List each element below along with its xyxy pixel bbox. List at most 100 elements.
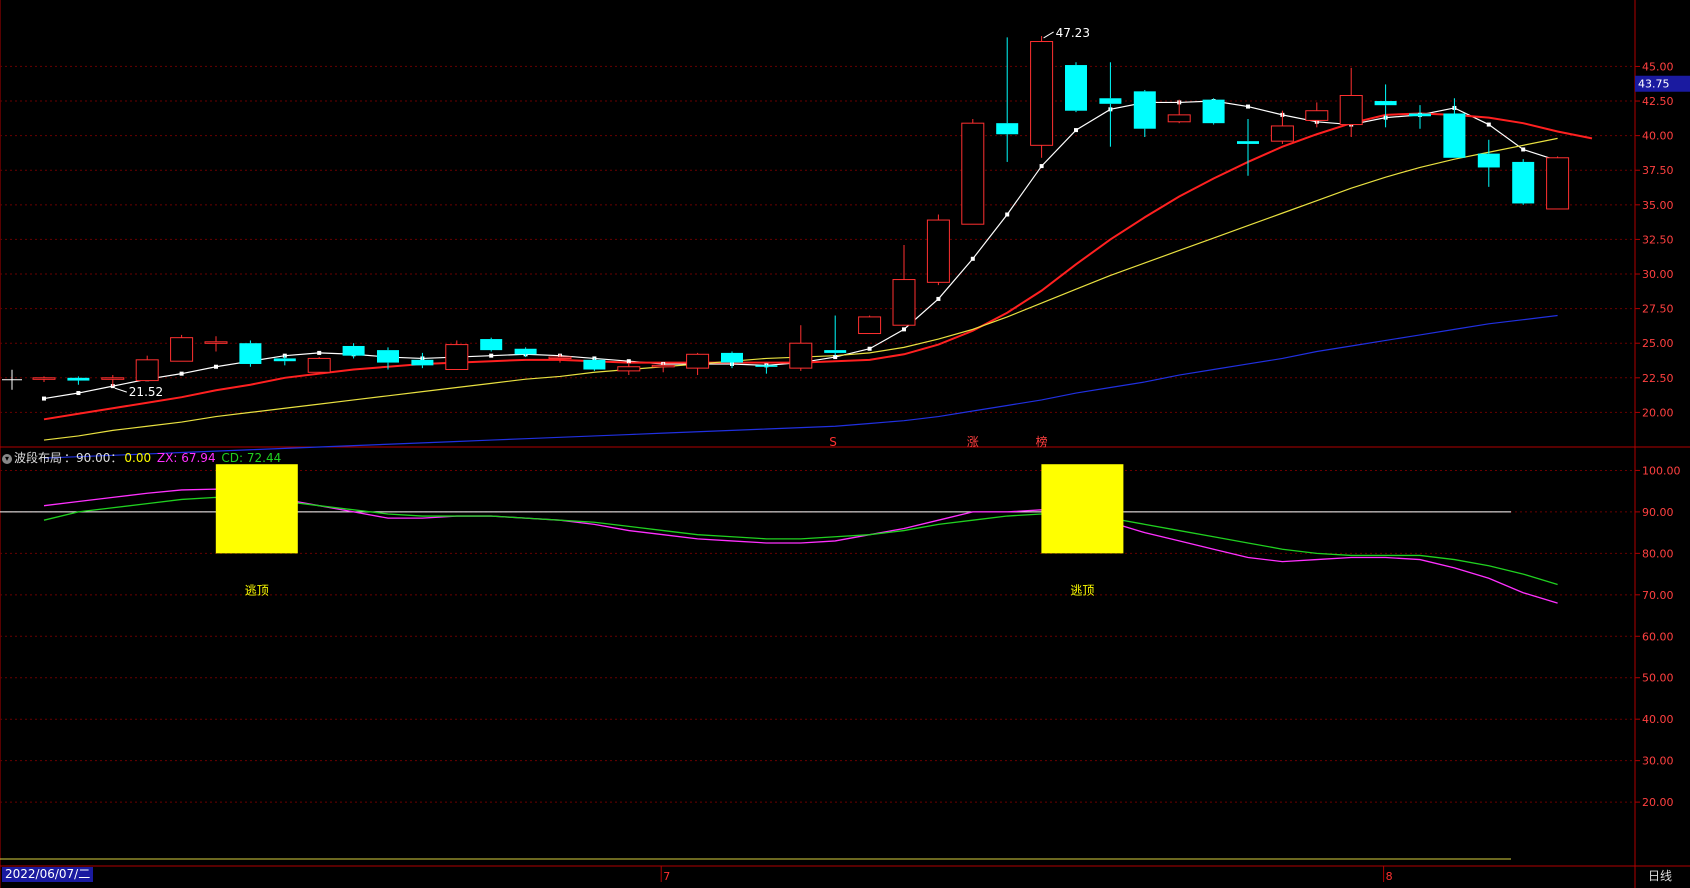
indicator-tick-label: 60.00 xyxy=(1642,630,1674,643)
price-tick-label: 22.50 xyxy=(1642,372,1674,385)
candle-body xyxy=(1099,98,1122,104)
candle-body xyxy=(1374,101,1397,106)
price-tick-label: 25.00 xyxy=(1642,337,1674,350)
collapse-icon[interactable]: ▾ xyxy=(2,453,12,464)
candle-body xyxy=(961,122,985,225)
candle-body xyxy=(170,337,194,362)
date-cursor-label: 2022/06/07/二 xyxy=(2,867,94,882)
signal-mark: 涨 xyxy=(967,434,979,449)
candle-body xyxy=(1305,110,1329,121)
ma-point xyxy=(936,296,941,301)
price-tick-label: 40.00 xyxy=(1642,130,1674,143)
ma-point xyxy=(1074,128,1078,133)
candle-body xyxy=(755,365,778,367)
indicator-tick-label: 30.00 xyxy=(1642,755,1674,768)
candle-body xyxy=(686,353,710,369)
chart-canvas: 47.23 21.52 S 涨 榜 逃顶 逃顶 45.00 42.50 40.00 37.50 3… xyxy=(0,0,1690,888)
candle-body xyxy=(548,356,572,360)
price-tick-label: 42.50 xyxy=(1642,95,1674,108)
zx-value: ZX: 67.94 xyxy=(156,451,216,465)
indicator-legend: ▾ 波段布局 ：90.00： 0.00 ZX: 67.94 CD: 72.44 xyxy=(2,449,283,466)
max-pointer xyxy=(1043,31,1054,39)
price-tick-label: 27.50 xyxy=(1642,303,1674,316)
month-label: 8 xyxy=(1386,870,1393,883)
candle-body xyxy=(1270,125,1294,142)
current-price-label: 43.75 xyxy=(1638,78,1670,91)
indicator-param: ：90.00： xyxy=(64,451,123,465)
candle-body xyxy=(101,377,125,380)
candle-body xyxy=(892,279,916,326)
signal-mark: 榜 xyxy=(1036,434,1048,449)
indicator-tick-label: 20.00 xyxy=(1642,796,1674,809)
escape-signal-label: 逃顶 xyxy=(1070,583,1094,597)
candle-body xyxy=(1202,99,1225,124)
indicator-tick-label: 70.00 xyxy=(1642,589,1674,602)
ma-line-2 xyxy=(43,112,1593,421)
ma-point xyxy=(179,371,184,376)
candle-body xyxy=(307,357,331,373)
candle-body xyxy=(1546,157,1570,210)
candle-body xyxy=(1133,91,1156,129)
ma-line-3 xyxy=(43,137,1558,441)
candle-body xyxy=(926,219,950,283)
escape-signal-label: 逃顶 xyxy=(245,583,269,597)
ma-point xyxy=(317,350,322,355)
ma-point xyxy=(1246,104,1250,109)
escape-signal-box xyxy=(215,464,298,554)
indicator-tick-label: 40.00 xyxy=(1642,713,1674,726)
price-tick-label: 35.00 xyxy=(1642,199,1674,212)
candle-body xyxy=(789,342,813,369)
indicator-name: 波段布局 xyxy=(14,451,63,465)
candle-body xyxy=(239,343,262,364)
price-panel[interactable]: 47.23 21.52 S 涨 榜 xyxy=(2,26,1593,459)
ma-point xyxy=(1039,164,1044,169)
candle-body xyxy=(1409,113,1431,117)
ma-point xyxy=(867,346,872,351)
price-tick-label: 37.50 xyxy=(1642,164,1674,177)
candle-body xyxy=(32,377,56,380)
signal-mark: S xyxy=(829,435,837,449)
price-tick-label: 45.00 xyxy=(1642,60,1674,73)
candle-body xyxy=(480,339,503,351)
ma-point xyxy=(42,396,46,401)
ma-point xyxy=(970,256,975,261)
candle-body xyxy=(721,352,743,363)
candle-body xyxy=(996,123,1019,135)
indicator-panel[interactable]: 逃顶 逃顶 xyxy=(0,464,1558,604)
price-tick-label: 20.00 xyxy=(1642,406,1674,419)
candle-body xyxy=(1237,141,1259,144)
ma-point xyxy=(902,327,906,332)
candle-body xyxy=(342,345,365,356)
ma-point xyxy=(214,364,218,369)
candle-body xyxy=(1339,94,1363,126)
candle-body xyxy=(858,316,882,335)
ma-point xyxy=(76,391,81,396)
candle-body xyxy=(1030,41,1054,146)
grid-layer xyxy=(0,0,1690,888)
ma-point xyxy=(1521,147,1526,152)
candle-body xyxy=(824,350,847,353)
candle-body xyxy=(204,341,228,344)
indicator-tick-label: 80.00 xyxy=(1642,547,1674,560)
candle-body xyxy=(67,377,90,381)
price-tick-label: 32.50 xyxy=(1642,233,1674,246)
period-label[interactable]: 日线 xyxy=(1648,867,1672,884)
indicator-tick-label: 50.00 xyxy=(1642,672,1674,685)
cd-value: CD: 72.44 xyxy=(221,451,282,465)
candle-body xyxy=(1512,161,1535,204)
candle-body xyxy=(273,358,296,362)
candle-body xyxy=(377,350,399,363)
candle-body xyxy=(1065,65,1087,111)
candle-body xyxy=(1167,114,1191,123)
escape-signal-box xyxy=(1041,464,1124,554)
ma-point xyxy=(1486,122,1491,127)
price-tick-label: 30.00 xyxy=(1642,268,1674,281)
ma-point xyxy=(489,353,494,358)
min-pointer xyxy=(114,387,127,393)
month-label: 7 xyxy=(663,870,670,883)
axis-layer: 45.00 42.50 40.00 37.50 35.00 32.50 30.00 27.50… xyxy=(660,60,1690,883)
candle-body xyxy=(583,359,606,370)
max-annotation: 47.23 xyxy=(1056,26,1090,40)
ma-point xyxy=(1005,212,1010,217)
indicator-param-value: 0.00 xyxy=(124,451,152,465)
